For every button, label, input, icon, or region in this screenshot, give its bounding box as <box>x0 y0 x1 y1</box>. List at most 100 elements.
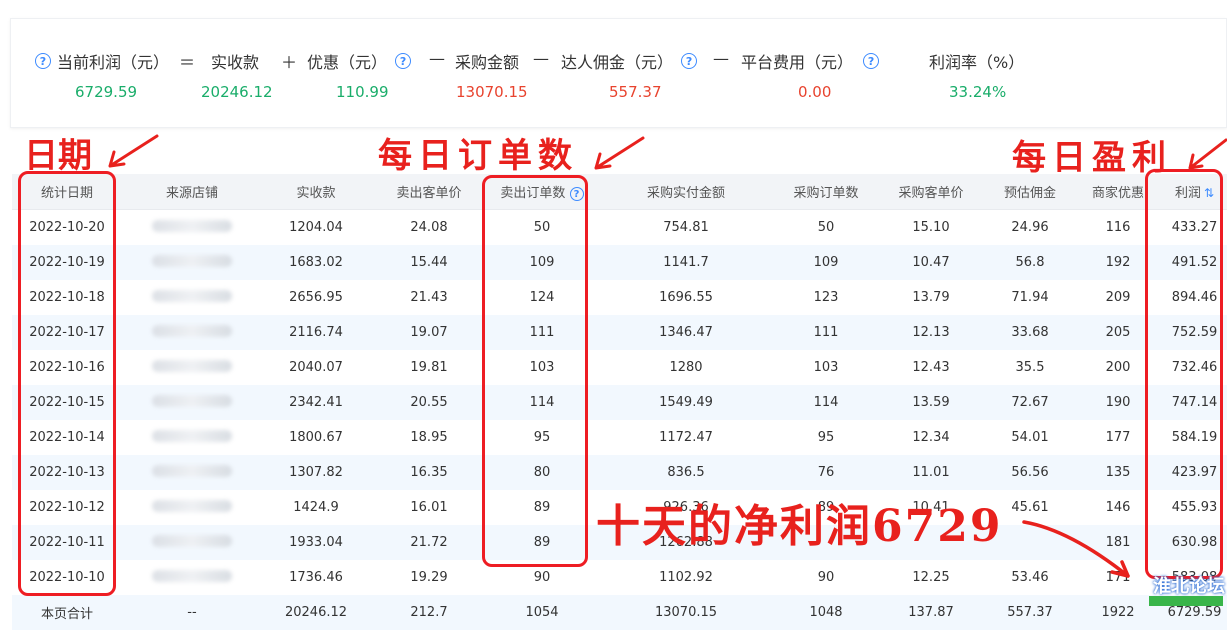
table-row: 2022-10-13 1307.82 16.35 80 836.5 76 11.01 56.5… <box>12 455 1227 490</box>
blurred-shop-name <box>152 289 232 302</box>
table-cell: 16.01 <box>410 500 448 515</box>
table-row: 2022-10-19 1683.02 15.44 109 1141.7 109 10.47 5… <box>12 245 1227 280</box>
table-cell: 11.01 <box>876 455 986 490</box>
help-icon[interactable]: ? <box>395 53 412 69</box>
header-shop: 来源店铺 <box>122 174 262 210</box>
table-cell: 19.29 <box>410 570 448 585</box>
arrow-icon <box>594 136 645 170</box>
header-received: 实收款 <box>262 174 370 210</box>
cell-shop-blurred <box>122 525 262 560</box>
total-cell: 137.87 <box>876 595 986 630</box>
table-cell: 10.47 <box>876 245 986 280</box>
received-label: 实收款 <box>211 53 260 72</box>
table-cell: 12.34 <box>912 430 950 445</box>
table-cell: 71.94 <box>1011 290 1049 305</box>
table-cell: 15.44 <box>370 245 488 280</box>
table-cell: 1141.7 <box>596 245 776 280</box>
purchase-amount-label: 采购金额 <box>455 53 520 72</box>
cell-shop-blurred <box>122 490 262 525</box>
table-cell: 13.59 <box>876 385 986 420</box>
plus-operator: ＋ <box>281 53 298 72</box>
cell-shop-blurred <box>122 280 262 315</box>
table-cell: 1102.92 <box>659 570 713 585</box>
table-cell: 2342.41 <box>262 385 370 420</box>
table-cell: 1800.67 <box>289 430 343 445</box>
table-cell: 21.43 <box>410 290 448 305</box>
cell-shop-blurred <box>122 315 262 350</box>
table-cell: 56.56 <box>986 455 1074 490</box>
platform-fee-value: 0.00 <box>798 83 832 101</box>
purchase-amount-value: 13070.15 <box>456 83 528 101</box>
current-profit-label: ? 当前利润（元） <box>35 49 169 73</box>
watermark-logo: 淮北论坛 <box>1107 572 1227 606</box>
profit-summary-card: ? 当前利润（元） ＝ 实收款 ＋ 优惠（元） ? — 采购金额 — 达人佣金（… <box>10 18 1227 128</box>
help-icon[interactable]: ? <box>863 53 880 69</box>
table-row: 2022-10-17 2116.74 19.07 111 1346.47 111 12.13… <box>12 315 1227 350</box>
blurred-shop-name <box>152 534 232 547</box>
blurred-shop-name <box>152 569 232 582</box>
table-cell: 18.95 <box>410 430 448 445</box>
table-cell: 19.81 <box>410 360 448 375</box>
table-cell: 50 <box>817 220 835 235</box>
table-cell: 15.10 <box>912 220 950 235</box>
total-cell: 13070.15 <box>596 595 776 630</box>
cell-shop-blurred <box>122 385 262 420</box>
highlight-date-column <box>18 171 116 596</box>
table-cell: 20.55 <box>370 385 488 420</box>
annotation-date: 日期 <box>24 136 92 176</box>
received-value: 20246.12 <box>201 83 273 101</box>
help-icon[interactable]: ? <box>35 53 51 69</box>
table-cell: 16.35 <box>370 455 488 490</box>
equals-operator: ＝ <box>179 53 196 72</box>
blurred-shop-name <box>152 254 232 267</box>
table-cell: 109 <box>776 245 876 280</box>
table-cell: 2116.74 <box>262 315 370 350</box>
discount-value: 110.99 <box>336 83 389 101</box>
cell-shop-blurred <box>122 245 262 280</box>
table-cell: 103 <box>813 360 839 375</box>
table-cell: 90 <box>817 570 835 585</box>
cell-shop-blurred <box>122 420 262 455</box>
blurred-shop-name <box>152 394 232 407</box>
table-row: 2022-10-14 1800.67 18.95 95 1172.47 95 12.34 54… <box>12 420 1227 455</box>
table-row: 2022-10-18 2656.95 21.43 124 1696.55 123 13.79… <box>12 280 1227 315</box>
table-cell: 35.5 <box>1015 360 1045 375</box>
table-total-row: 本页合计 -- 20246.12 212.7 1054 13070.15 1048 137.8… <box>12 595 1227 630</box>
table-cell: 123 <box>813 290 839 305</box>
table-cell: 1933.04 <box>262 525 370 560</box>
cell-shop-blurred <box>122 210 262 246</box>
header-purchase-avg: 采购客单价 <box>876 174 986 210</box>
table-cell: 114 <box>776 385 876 420</box>
header-sale-avg: 卖出客单价 <box>370 174 488 210</box>
table-cell: 1307.82 <box>262 455 370 490</box>
arrow-icon <box>1188 138 1227 170</box>
annotation-net-profit: 十天的净利润6729 <box>596 501 1003 552</box>
cell-shop-blurred <box>122 455 262 490</box>
table-cell: 1549.49 <box>596 385 776 420</box>
cell-shop-blurred <box>122 560 262 595</box>
table-cell: 754.81 <box>663 220 709 235</box>
table-cell: 2656.95 <box>289 290 343 305</box>
platform-fee-label: 平台费用（元） ? <box>741 49 880 73</box>
minus-operator: — <box>533 49 549 68</box>
blurred-shop-name <box>152 464 232 477</box>
table-cell: 95 <box>817 430 835 445</box>
annotation-daily-orders: 每日订单数 <box>378 136 578 176</box>
help-icon[interactable]: ? <box>681 53 698 69</box>
blurred-shop-name <box>152 359 232 372</box>
total-cell: 20246.12 <box>262 595 370 630</box>
header-commission: 预估佣金 <box>986 174 1074 210</box>
table-cell: 1280 <box>669 360 703 375</box>
blurred-shop-name <box>152 324 232 337</box>
table-cell: 13.79 <box>912 290 950 305</box>
commission-label: 达人佣金（元） ? <box>561 49 698 73</box>
minus-operator: — <box>713 49 729 68</box>
table-cell: 12.43 <box>912 360 950 375</box>
table-cell: 1696.55 <box>659 290 713 305</box>
total-cell: 557.37 <box>986 595 1074 630</box>
total-cell: -- <box>122 595 262 630</box>
table-cell: 1172.47 <box>659 430 713 445</box>
highlight-orders-column <box>482 175 588 567</box>
blurred-shop-name <box>152 499 232 512</box>
arrow-icon <box>108 134 159 168</box>
